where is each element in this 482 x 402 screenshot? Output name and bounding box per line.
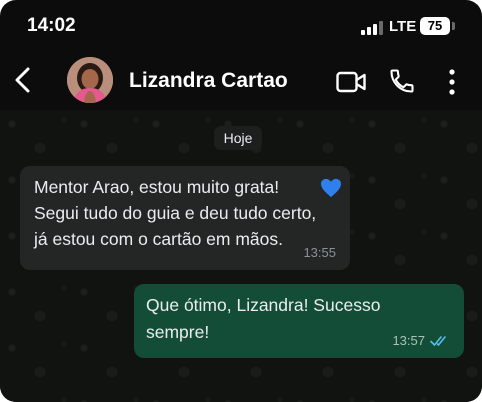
video-call-icon[interactable] <box>336 70 366 94</box>
avatar-photo <box>67 57 113 103</box>
phone-call-icon[interactable] <box>388 67 416 95</box>
phone-screen: 14:02 LTE 75 Lizandra Cartao Hoje Mentor… <box>0 0 482 402</box>
battery-level: 75 <box>420 17 450 35</box>
read-receipt-icon <box>430 335 446 346</box>
signal-icon <box>361 21 383 35</box>
message-time: 13:57 <box>392 333 425 348</box>
back-arrow-icon[interactable] <box>12 66 36 94</box>
contact-name[interactable]: Lizandra Cartao <box>129 69 288 93</box>
message-text-content: Mentor Arao, estou muito grata! Segui tu… <box>34 177 317 249</box>
date-separator: Hoje <box>214 126 262 150</box>
more-options-icon[interactable] <box>447 68 457 96</box>
incoming-message[interactable]: Mentor Arao, estou muito grata! Segui tu… <box>20 166 350 270</box>
network-type: LTE <box>389 18 417 35</box>
message-time: 13:55 <box>303 245 336 260</box>
message-text: Mentor Arao, estou muito grata! Segui tu… <box>34 174 336 252</box>
message-meta: 13:57 <box>392 333 450 348</box>
battery-icon <box>452 22 455 30</box>
avatar[interactable] <box>67 57 113 103</box>
outgoing-message[interactable]: Que ótimo, Lizandra! Sucesso sempre! 13:… <box>134 284 464 358</box>
status-time: 14:02 <box>27 15 76 36</box>
blue-heart-icon <box>321 178 341 198</box>
